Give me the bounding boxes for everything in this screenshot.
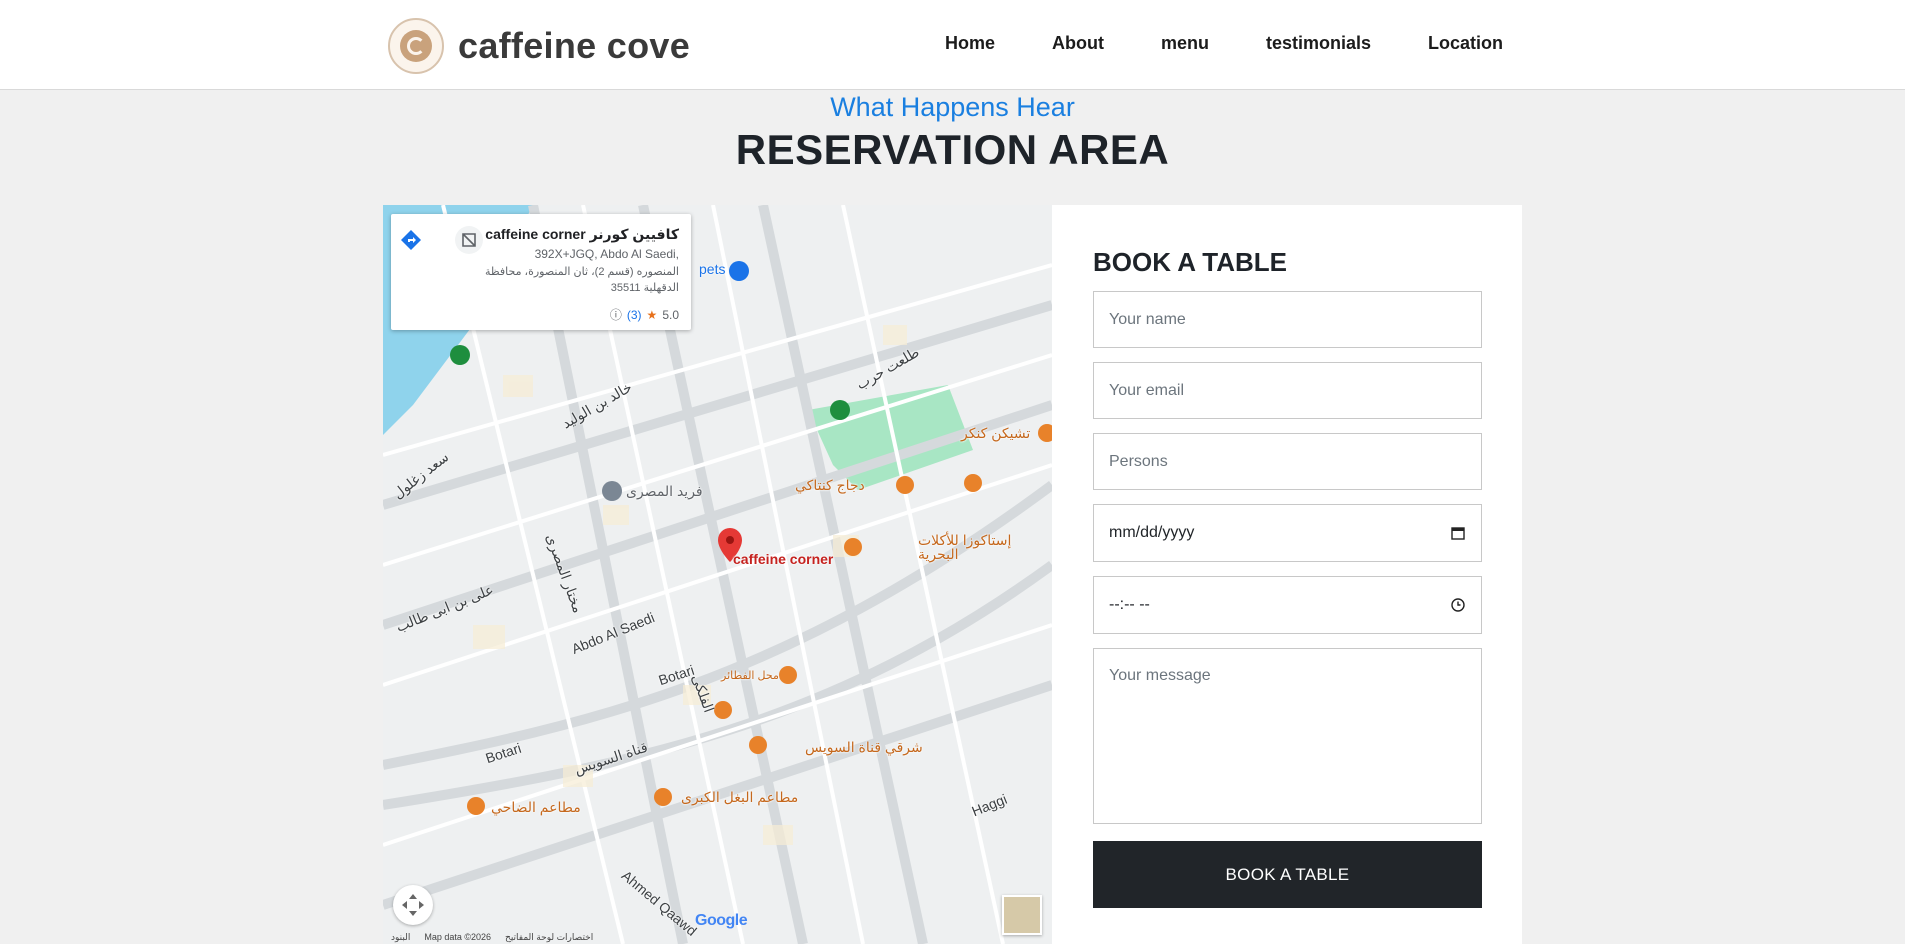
map-place-label[interactable]: مطاعم الضاحي bbox=[491, 799, 581, 816]
map-place-label[interactable]: مطاعم البغل الكبرى bbox=[681, 789, 798, 806]
map-place-label[interactable]: تشيكن كنكر bbox=[961, 425, 1030, 442]
book-table-button[interactable]: BOOK A TABLE bbox=[1093, 841, 1482, 908]
review-count-link[interactable]: (3) bbox=[627, 308, 642, 322]
map-terms-link[interactable]: البنود bbox=[391, 932, 410, 943]
time-value: --:-- -- bbox=[1109, 596, 1150, 613]
star-icon: ★ bbox=[646, 307, 658, 322]
info-icon[interactable]: ⓘ bbox=[610, 306, 622, 323]
directions-icon[interactable] bbox=[399, 228, 423, 252]
section-title: RESERVATION AREA bbox=[735, 126, 1170, 173]
nav-home[interactable]: Home bbox=[945, 33, 995, 54]
nav-menu: Home About menu testimonials Location bbox=[945, 33, 1503, 54]
time-input[interactable]: --:-- -- bbox=[1093, 576, 1482, 634]
calendar-icon[interactable] bbox=[1450, 525, 1466, 541]
message-textarea[interactable] bbox=[1093, 648, 1482, 824]
place-name: caffeine corner كافيين كورنر bbox=[485, 226, 679, 242]
map-place-label[interactable]: إستاكوزا للأكلات البحرية bbox=[918, 533, 1018, 561]
map-place-label[interactable]: شرقي قناة السويس bbox=[805, 739, 923, 756]
nav-about[interactable]: About bbox=[1052, 33, 1104, 54]
nav-testimonials[interactable]: testimonials bbox=[1266, 33, 1371, 54]
move-arrows-icon bbox=[402, 894, 424, 916]
place-address-line2: المنصوره (قسم 2)، ثان المنصورة، محافظة ا… bbox=[484, 266, 679, 294]
map-place-label[interactable]: دجاج كنتاكي bbox=[795, 477, 865, 494]
map-data-credit: Map data ©2026 bbox=[424, 932, 492, 942]
form-title: BOOK A TABLE bbox=[1093, 247, 1288, 277]
brand-logo-link[interactable]: caffeine cove bbox=[388, 18, 690, 74]
map-move-control[interactable] bbox=[393, 885, 433, 925]
place-address-line1: 392X+JGQ, Abdo Al Saedi, bbox=[534, 247, 679, 261]
section-subtitle: What Happens Hear bbox=[830, 92, 1075, 122]
map-footer: البنود Map data ©2026 اختصارات لوحة المف… bbox=[383, 930, 1052, 944]
map-place-label[interactable]: pets bbox=[699, 261, 725, 277]
place-rating: ⓘ (3) ★ 5.0 bbox=[610, 306, 679, 323]
brand-name: caffeine cove bbox=[458, 25, 691, 66]
map-place-label[interactable]: فريد المصرى bbox=[626, 483, 703, 500]
email-input[interactable] bbox=[1093, 362, 1482, 419]
booking-form-panel: BOOK A TABLE mm/dd/yyyy --:-- -- BOOK A … bbox=[1052, 205, 1522, 944]
name-input[interactable] bbox=[1093, 291, 1482, 348]
navbar: caffeine cove Home About menu testimonia… bbox=[0, 0, 1905, 90]
date-input[interactable]: mm/dd/yyyy bbox=[1093, 504, 1482, 562]
coffee-cup-icon bbox=[388, 18, 444, 74]
map-place-label[interactable]: محل الفطائر bbox=[721, 669, 779, 682]
clock-icon[interactable] bbox=[1450, 597, 1466, 613]
google-logo: Google bbox=[695, 912, 748, 929]
open-in-maps-icon[interactable] bbox=[455, 226, 483, 254]
map-shortcuts-link[interactable]: اختصارات لوحة المفاتيح bbox=[505, 932, 593, 943]
persons-input[interactable] bbox=[1093, 433, 1482, 490]
map-place-card: caffeine corner كافيين كورنر 392X+JGQ, A… bbox=[391, 214, 691, 330]
nav-location[interactable]: Location bbox=[1428, 33, 1503, 54]
nav-menu-link[interactable]: menu bbox=[1161, 33, 1209, 54]
date-value: mm/dd/yyyy bbox=[1109, 524, 1195, 541]
rating-value: 5.0 bbox=[662, 307, 679, 322]
map-pin-label[interactable]: caffeine corner bbox=[733, 551, 833, 567]
location-map[interactable]: caffeine corner كافيين كورنر 392X+JGQ, A… bbox=[383, 205, 1052, 944]
map-satellite-toggle[interactable] bbox=[1002, 895, 1042, 935]
